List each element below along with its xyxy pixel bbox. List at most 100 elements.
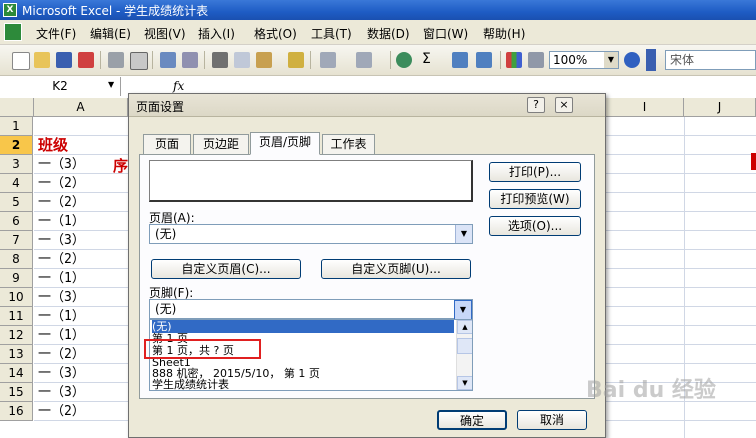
font-select[interactable]: 宋体 [665, 50, 756, 70]
page-setup-dialog: 页面设置 ? × 页面 页边距 页眉/页脚 工作表 页眉(A): (无) ▼ 自… [128, 93, 606, 438]
undo-icon[interactable] [320, 52, 336, 68]
column-header-i[interactable]: I [606, 98, 684, 117]
redo-icon[interactable] [356, 52, 372, 68]
header-select[interactable]: (无) ▼ [149, 224, 473, 244]
menu-help[interactable]: 帮助(H) [483, 25, 525, 42]
row-header[interactable]: 7 [0, 231, 33, 250]
cell-a1[interactable] [34, 117, 128, 136]
tab-margins[interactable]: 页边距 [193, 134, 249, 154]
drawing-icon[interactable] [528, 52, 544, 68]
baidu-watermark: Bai du 经验 [586, 378, 716, 403]
cell-a15[interactable]: 一（3） [34, 383, 128, 402]
cell-a10[interactable]: 一（3） [34, 288, 128, 307]
menu-format[interactable]: 格式(O) [254, 25, 297, 42]
name-box[interactable]: K2 [0, 77, 121, 96]
hyperlink-icon[interactable] [396, 52, 412, 68]
help-button[interactable]: ? [527, 97, 545, 113]
row-header[interactable]: 14 [0, 364, 33, 383]
window-title: Microsoft Excel - 学生成绩统计表 [22, 4, 209, 18]
menu-edit[interactable]: 编辑(E) [90, 25, 131, 42]
row-header[interactable]: 10 [0, 288, 33, 307]
row-header[interactable]: 6 [0, 212, 33, 231]
cell-a11[interactable]: 一（1） [34, 307, 128, 326]
cell-b2[interactable]: 序 [113, 155, 128, 176]
cancel-button[interactable]: 取消 [517, 410, 587, 430]
new-icon[interactable] [12, 52, 30, 70]
cell-a7[interactable]: 一（3） [34, 231, 128, 250]
row-header[interactable]: 3 [0, 155, 33, 174]
print-preview-button[interactable]: 打印预览(W) [489, 189, 581, 209]
menu-bar: 文件(F) 编辑(E) 视图(V) 插入(I) 格式(O) 工具(T) 数据(D… [0, 20, 756, 45]
scroll-up-icon[interactable]: ▲ [457, 320, 472, 334]
paste-icon[interactable] [256, 52, 272, 68]
menu-data[interactable]: 数据(D) [367, 25, 410, 42]
cut-icon[interactable] [212, 52, 228, 68]
tab-page[interactable]: 页面 [143, 134, 191, 154]
cell-a9[interactable]: 一（1） [34, 269, 128, 288]
chart-wizard-icon[interactable] [506, 52, 522, 68]
menu-tools[interactable]: 工具(T) [311, 25, 352, 42]
cell-a2[interactable]: 班级 [34, 136, 128, 155]
research-icon[interactable] [182, 52, 198, 68]
select-all-corner[interactable] [0, 98, 34, 117]
permission-icon[interactable] [78, 52, 94, 68]
sort-descending-icon[interactable] [476, 52, 492, 68]
spelling-icon[interactable] [160, 52, 176, 68]
open-folder-icon[interactable] [34, 52, 50, 68]
cell-a6[interactable]: 一（1） [34, 212, 128, 231]
help-icon[interactable] [624, 52, 640, 68]
cell-a12[interactable]: 一（1） [34, 326, 128, 345]
scroll-down-icon[interactable]: ▼ [457, 376, 472, 390]
row-header[interactable]: 16 [0, 402, 33, 421]
print-icon[interactable] [108, 52, 124, 68]
row-header[interactable]: 9 [0, 269, 33, 288]
row-header[interactable]: 12 [0, 326, 33, 345]
ok-button[interactable]: 确定 [437, 410, 507, 430]
cell-a14[interactable]: 一（3） [34, 364, 128, 383]
autosum-icon[interactable]: Σ [422, 51, 431, 67]
cell-a16[interactable]: 一（2） [34, 402, 128, 421]
cell-a13[interactable]: 一（2） [34, 345, 128, 364]
row-header[interactable]: 11 [0, 307, 33, 326]
cell-a4[interactable]: 一（2） [34, 174, 128, 193]
custom-footer-button[interactable]: 自定义页脚(U)... [321, 259, 471, 279]
fx-icon[interactable]: fx [173, 79, 184, 93]
scroll-thumb[interactable] [457, 338, 472, 354]
footer-select[interactable]: (无) ▼ [149, 299, 473, 320]
tab-sheet[interactable]: 工作表 [322, 134, 375, 154]
menu-window[interactable]: 窗口(W) [423, 25, 468, 42]
tab-header-footer[interactable]: 页眉/页脚 [250, 132, 320, 155]
chevron-down-icon[interactable]: ▼ [455, 225, 472, 243]
menu-view[interactable]: 视图(V) [144, 25, 186, 42]
column-header-a[interactable]: A [34, 98, 128, 117]
header-select-value: (无) [155, 227, 177, 241]
chevron-down-icon[interactable]: ▼ [604, 52, 618, 68]
print-preview-icon[interactable] [130, 52, 148, 70]
print-button[interactable]: 打印(P)... [489, 162, 581, 182]
row-header[interactable]: 1 [0, 117, 33, 136]
cell-a5[interactable]: 一（2） [34, 193, 128, 212]
toolbar-options-icon[interactable] [646, 49, 656, 71]
list-scrollbar[interactable]: ▲ ▼ [456, 320, 472, 390]
row-header[interactable]: 5 [0, 193, 33, 212]
options-button[interactable]: 选项(O)... [489, 216, 581, 236]
excel-doc-icon[interactable] [4, 23, 22, 41]
format-painter-icon[interactable] [288, 52, 304, 68]
save-icon[interactable] [56, 52, 72, 68]
copy-icon[interactable] [234, 52, 250, 68]
row-header[interactable]: 15 [0, 383, 33, 402]
row-header[interactable]: 4 [0, 174, 33, 193]
row-header[interactable]: 8 [0, 250, 33, 269]
column-header-j[interactable]: J [684, 98, 756, 117]
list-item[interactable]: 学生成绩统计表 [152, 378, 454, 390]
row-header[interactable]: 13 [0, 345, 33, 364]
close-button[interactable]: × [555, 97, 573, 113]
cell-a8[interactable]: 一（2） [34, 250, 128, 269]
sort-ascending-icon[interactable] [452, 52, 468, 68]
custom-header-button[interactable]: 自定义页眉(C)... [151, 259, 301, 279]
menu-insert[interactable]: 插入(I) [198, 25, 235, 42]
menu-file[interactable]: 文件(F) [36, 25, 76, 42]
chevron-down-icon[interactable]: ▼ [454, 300, 472, 320]
chevron-down-icon[interactable]: ▼ [108, 80, 114, 89]
row-header[interactable]: 2 [0, 136, 33, 155]
